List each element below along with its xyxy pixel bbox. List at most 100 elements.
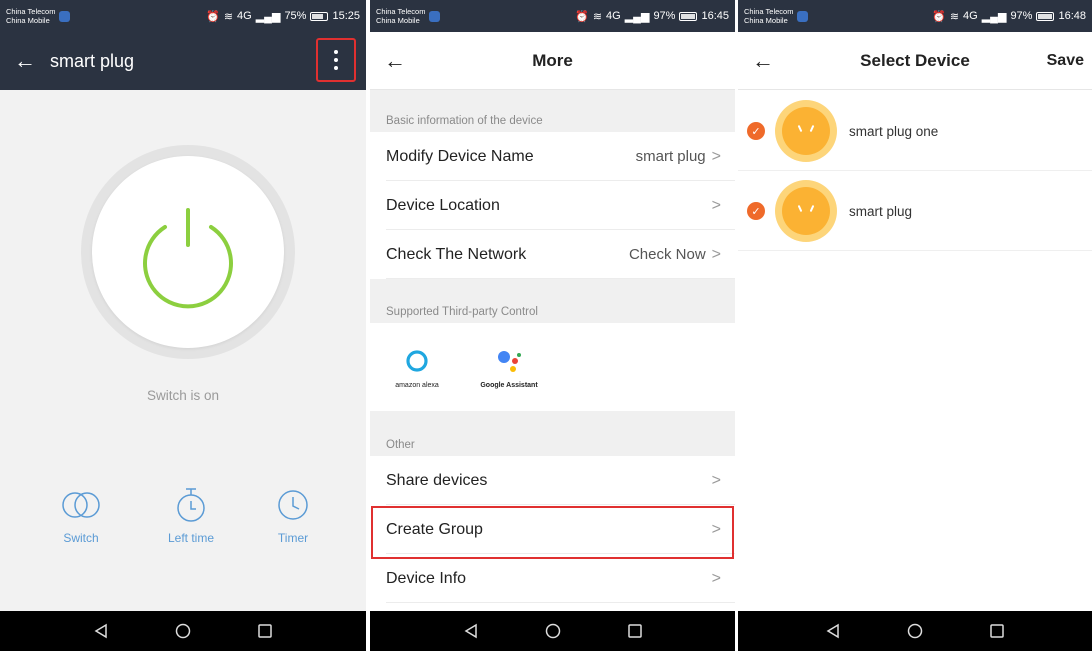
back-arrow-icon[interactable]: ← [738,48,788,74]
section-header-other: Other [370,411,735,456]
third-party-list: amazon alexa Google Assistant [370,323,735,411]
google-assistant-item[interactable]: Google Assistant [478,346,540,389]
timer-control[interactable]: Timer [248,485,338,545]
settings-list: Basic information of the device Modify D… [370,90,735,603]
more-options-button[interactable] [316,38,356,82]
switch-control[interactable]: Switch [36,485,126,545]
timer-label: Timer [277,531,309,545]
page-title: More [532,50,573,70]
wifi-icon: ≋ [223,10,234,23]
save-button[interactable]: Save [1047,52,1084,70]
left-time-label: Left time [167,531,215,545]
carrier-info: China Telecom China Mobile [6,7,71,25]
nav-home-icon[interactable] [172,620,194,642]
carrier-info: China Telecom China Mobile [744,7,809,25]
back-arrow-icon[interactable]: ← [0,48,50,74]
nav-back-icon[interactable] [460,620,482,642]
smart-plug-icon [775,180,837,242]
status-icons: ⏰ ≋ 4G ▂▄▆ 97% 16:48 [932,10,1086,23]
status-bar: China Telecom China Mobile ⏰ ≋ 4G ▂▄▆ 75%… [0,0,366,32]
clock-icon [248,485,338,525]
signal-icon: ▂▄▆ [624,10,650,23]
battery-icon [679,11,698,21]
switch-label: Switch [63,531,99,545]
battery-icon [310,11,329,21]
check-now-value: Check Now [628,246,706,263]
wifi-icon: ≋ [592,10,603,23]
smart-plug-screen: China Telecom China Mobile ⏰ ≋ 4G ▂▄▆ 75%… [0,0,366,651]
alarm-icon: ⏰ [206,10,220,23]
switch-toggle-icon [36,485,126,525]
more-screen: China Telecom China Mobile ⏰ ≋ 4G ▂▄▆ 97%… [370,0,735,651]
alarm-icon: ⏰ [932,10,946,23]
share-devices-row[interactable]: Share devices > [370,456,735,505]
device-location-row[interactable]: Device Location > [370,181,735,230]
chevron-right-icon: > [711,196,721,214]
page-title: smart plug [50,50,135,71]
signal-icon: ▂▄▆ [255,10,281,23]
notification-icon [59,10,71,22]
nav-back-icon[interactable] [90,620,112,642]
battery-percent: 97% [653,10,676,22]
select-device-screen: China Telecom China Mobile ⏰ ≋ 4G ▂▄▆ 97%… [738,0,1092,651]
notification-icon [797,10,809,22]
section-header-third-party: Supported Third-party Control [370,279,735,323]
power-button-inner [92,156,284,348]
app-header: ← smart plug [0,32,366,90]
smart-plug-icon [775,100,837,162]
page-title: Select Device [860,50,970,70]
nav-recents-icon[interactable] [986,620,1008,642]
alarm-icon: ⏰ [575,10,589,23]
device-name: smart plug one [849,123,939,139]
status-bar: China Telecom China Mobile ⏰ ≋ 4G ▂▄▆ 97%… [738,0,1092,32]
app-header: ← Select Device Save [738,32,1092,90]
checkmark-icon[interactable]: ✓ [747,202,765,220]
chevron-right-icon: > [711,569,721,587]
checkmark-icon[interactable]: ✓ [747,122,765,140]
status-icons: ⏰ ≋ 4G ▂▄▆ 97% 16:45 [575,10,729,23]
section-header-basic: Basic information of the device [370,90,735,132]
status-time: 16:48 [1058,10,1086,22]
status-icons: ⏰ ≋ 4G ▂▄▆ 75% 15:25 [206,10,360,23]
device-name: smart plug [849,203,913,219]
left-time-control[interactable]: Left time [146,485,236,545]
battery-icon [1036,11,1055,21]
chevron-right-icon: > [711,245,721,263]
chevron-right-icon: > [711,520,721,538]
device-row[interactable]: ✓ smart plug one [738,91,1092,171]
power-button[interactable] [81,145,295,359]
notification-icon [429,10,441,22]
countdown-timer-icon [146,485,236,525]
switch-status-text: Switch is on [146,388,220,403]
signal-4g: 4G [606,10,621,22]
alexa-icon [386,346,448,376]
status-time: 15:25 [332,10,360,22]
device-row[interactable]: ✓ smart plug [738,171,1092,251]
battery-percent: 97% [1010,10,1033,22]
wifi-icon: ≋ [949,10,960,23]
system-nav-bar [0,611,366,651]
chevron-right-icon: > [711,471,721,489]
google-assistant-icon [478,346,540,376]
nav-home-icon[interactable] [542,620,564,642]
system-nav-bar [370,611,735,651]
app-screenshots: China Telecom China Mobile ⏰ ≋ 4G ▂▄▆ 75%… [0,0,1092,651]
device-name-value: smart plug [635,148,706,165]
app-header: ← More [370,32,735,90]
check-network-row[interactable]: Check The Network Check Now > [370,230,735,279]
nav-recents-icon[interactable] [624,620,646,642]
alexa-item[interactable]: amazon alexa [386,346,448,389]
status-bar: China Telecom China Mobile ⏰ ≋ 4G ▂▄▆ 97%… [370,0,735,32]
power-icon [143,208,233,309]
signal-4g: 4G [237,10,252,22]
battery-percent: 75% [284,10,307,22]
carrier-info: China Telecom China Mobile [376,7,441,25]
device-info-row[interactable]: Device Info > [370,554,735,603]
nav-back-icon[interactable] [822,620,844,642]
modify-device-name-row[interactable]: Modify Device Name smart plug > [370,132,735,181]
nav-recents-icon[interactable] [254,620,276,642]
back-arrow-icon[interactable]: ← [370,48,420,74]
create-group-row[interactable]: Create Group > [370,505,735,554]
signal-4g: 4G [963,10,978,22]
nav-home-icon[interactable] [904,620,926,642]
